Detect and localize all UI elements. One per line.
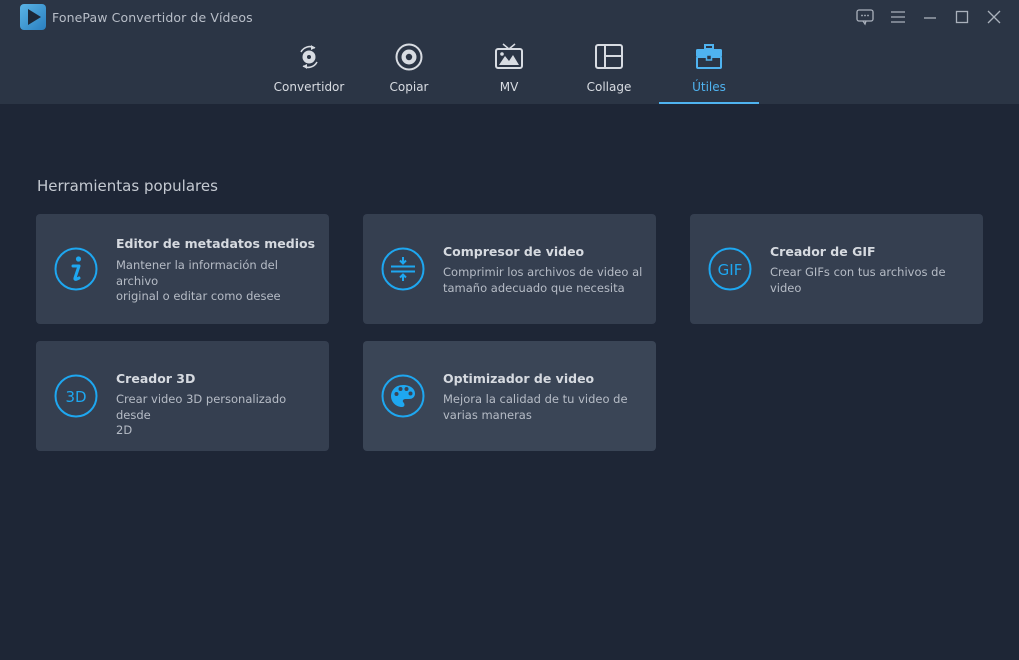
collage-layout-icon (595, 44, 623, 69)
tool-card-video-optimizer[interactable]: Optimizador de video Mejora la calidad d… (363, 341, 656, 451)
tool-description: Crear video 3D personalizado desde 2D (116, 392, 321, 439)
info-icon (54, 247, 98, 291)
description-line: video (770, 280, 802, 295)
section-title: Herramientas populares (37, 177, 218, 195)
description-line: tamaño adecuado que necesita (443, 280, 625, 295)
play-logo-icon (20, 4, 46, 30)
active-tab-indicator (659, 102, 759, 104)
app-header: FonePaw Convertidor de Vídeos Convertido… (0, 0, 1019, 104)
main-tabs: Convertidor Copiar MV Collage Útiles (0, 36, 1019, 104)
tool-card-3d-creator[interactable]: 3D Creador 3D Crear video 3D personaliza… (36, 341, 329, 451)
description-line: original o editar como desee (116, 289, 281, 303)
palette-icon (381, 374, 425, 418)
tab-utiles[interactable]: Útiles (659, 36, 759, 104)
tab-copiar[interactable]: Copiar (359, 36, 459, 104)
gif-icon-text: GIF (718, 261, 743, 279)
maximize-button[interactable] (950, 6, 974, 28)
description-line: Crear video 3D personalizado desde (116, 392, 287, 422)
maximize-icon (955, 10, 969, 24)
feedback-icon (856, 9, 874, 26)
tab-collage[interactable]: Collage (559, 36, 659, 104)
tool-title: Optimizador de video (443, 371, 595, 386)
description-line: Mejora la calidad de tu video de (443, 392, 628, 406)
close-icon (987, 10, 1001, 24)
menu-icon (891, 11, 905, 23)
tab-label: Copiar (389, 80, 429, 94)
3d-icon: 3D (54, 374, 98, 418)
tv-image-icon (495, 43, 523, 69)
tool-title: Editor de metadatos medios (116, 236, 316, 251)
tool-title: Compresor de video (443, 244, 585, 259)
minimize-icon (924, 17, 936, 19)
tab-mv[interactable]: MV (459, 36, 559, 104)
tool-card-video-compressor[interactable]: Compresor de video Comprimir los archivo… (363, 214, 656, 324)
compress-icon (381, 247, 425, 291)
3d-icon-text: 3D (65, 388, 86, 406)
minimize-button[interactable] (918, 6, 942, 28)
tab-label: Útiles (692, 80, 726, 94)
tool-description: Comprimir los archivos de video al tamañ… (443, 265, 648, 296)
tool-card-metadata-editor[interactable]: Editor de metadatos medios Mantener la i… (36, 214, 329, 324)
tab-label: MV (499, 80, 519, 94)
tab-convertidor[interactable]: Convertidor (259, 36, 359, 104)
tab-label: Collage (586, 80, 632, 94)
tool-title: Creador 3D (116, 371, 196, 386)
description-line: varias maneras (443, 407, 532, 422)
description-line: Crear GIFs con tus archivos de (770, 265, 946, 279)
description-line: Comprimir los archivos de video al (443, 265, 643, 279)
tab-label: Convertidor (273, 80, 345, 94)
tool-description: Crear GIFs con tus archivos de video (770, 265, 975, 296)
disc-icon (395, 43, 423, 71)
app-title: FonePaw Convertidor de Vídeos (52, 10, 253, 25)
tool-title: Creador de GIF (770, 244, 876, 259)
convert-icon (300, 45, 318, 69)
description-line: Mantener la información del archivo (116, 258, 278, 288)
title-bar: FonePaw Convertidor de Vídeos (0, 0, 1019, 36)
toolbox-icon (696, 44, 722, 69)
menu-button[interactable] (886, 6, 910, 28)
tool-description: Mejora la calidad de tu video de varias … (443, 392, 648, 423)
gif-icon: GIF (708, 247, 752, 291)
feedback-button[interactable] (853, 6, 877, 28)
description-line: 2D (116, 423, 133, 437)
close-button[interactable] (982, 6, 1006, 28)
tool-description: Mantener la información del archivo orig… (116, 258, 321, 305)
tool-card-gif-creator[interactable]: GIF Creador de GIF Crear GIFs con tus ar… (690, 214, 983, 324)
